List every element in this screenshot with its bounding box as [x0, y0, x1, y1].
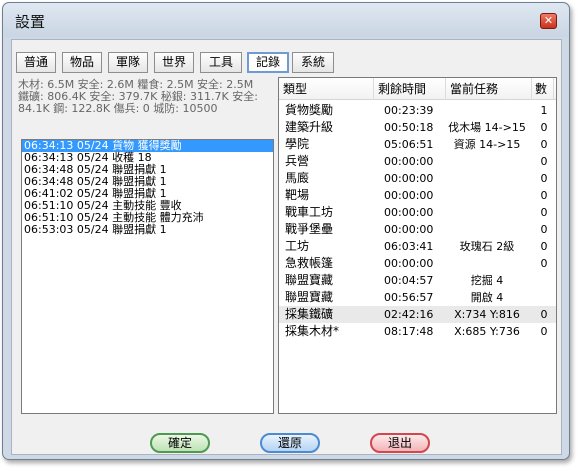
title-bar: 設置 ✕ — [3, 3, 569, 37]
table-body: 貨物獎勵 00:23:39 1 建築升級 00:50:18 伐木場 14->15 0 學院 05… — [279, 102, 556, 340]
cell-remaining-time: 06:03:41 — [384, 240, 434, 253]
cell-type: 戰爭堡壘 — [285, 222, 334, 236]
cell-remaining-time: 05:06:51 — [384, 138, 434, 151]
table-row[interactable]: 採集木材* 08:17:48 X:685 Y:736 0 — [279, 323, 556, 340]
cell-type: 兵營 — [285, 154, 310, 168]
resource-stats: 木材: 6.5M 安全: 2.6M 糧食: 2.5M 安全: 2.5M 鐵礦: … — [18, 79, 268, 115]
exit-button[interactable]: 退出 — [370, 433, 430, 453]
cell-remaining-time: 08:17:48 — [384, 325, 434, 338]
cell-current-task: 伐木場 14->15 — [448, 121, 526, 134]
cell-remaining-time: 00:04:57 — [384, 274, 434, 287]
table-row[interactable]: 工坊 06:03:41 玫瑰石 2級 0 — [279, 238, 556, 255]
cell-current-task: 玫瑰石 2級 — [459, 240, 515, 253]
tab-items[interactable]: 物品 — [62, 52, 102, 73]
cell-current-task — [435, 102, 539, 119]
cell-current-task — [435, 221, 539, 238]
settings-window: 設置 ✕ 普通 物品 軍隊 世界 工具 記錄 系統 木材: 6.5M 安全: 2… — [2, 2, 570, 460]
table-row[interactable]: 建築升級 00:50:18 伐木場 14->15 0 — [279, 119, 556, 136]
cell-remaining-time: 00:00:00 — [384, 257, 434, 270]
cell-current-task: 開啟 4 — [470, 291, 504, 304]
cell-type: 貨物獎勵 — [285, 103, 334, 117]
cell-type: 建築升級 — [285, 120, 334, 134]
cell-type: 馬廄 — [285, 171, 310, 185]
task-table: 類型 剩餘時間 當前任務 數 貨物獎勵 00:23:39 1 建築升級 00:50:18… — [278, 77, 557, 414]
cell-current-task — [435, 170, 539, 187]
cell-remaining-time: 00:00:00 — [384, 189, 434, 202]
cell-type: 戰車工坊 — [285, 205, 334, 219]
cell-type: 學院 — [285, 137, 310, 151]
cell-count: 0 — [540, 206, 548, 219]
stats-line: 84.1K 鋼: 122.8K 傷兵: 0 城防: 10500 — [18, 102, 218, 115]
cell-count: 0 — [540, 308, 548, 321]
cell-type: 工坊 — [285, 239, 310, 253]
cell-count: 0 — [540, 257, 548, 270]
cell-current-task: X:685 Y:736 — [454, 325, 520, 338]
table-row[interactable]: 採集鐵礦 02:42:16 X:734 Y:816 0 — [279, 306, 556, 323]
log-item[interactable]: 06:53:03 05/24 聯盟捐獻 1 — [22, 224, 273, 236]
table-row[interactable]: 聯盟寶藏 00:56:57 開啟 4 — [279, 289, 556, 306]
table-row[interactable]: 戰車工坊 00:00:00 0 — [279, 204, 556, 221]
close-icon[interactable]: ✕ — [540, 13, 557, 29]
cell-remaining-time: 00:50:18 — [384, 121, 434, 134]
cell-type: 採集木材* — [285, 324, 340, 338]
table-row[interactable]: 戰爭堡壘 00:00:00 0 — [279, 221, 556, 238]
cell-remaining-time: 00:00:00 — [384, 172, 434, 185]
cell-current-task — [435, 255, 539, 272]
cell-type: 採集鐵礦 — [285, 307, 334, 321]
column-header-task[interactable]: 當前任務 — [446, 78, 532, 100]
cell-remaining-time: 00:56:57 — [384, 291, 434, 304]
table-row[interactable]: 急救帳篷 00:00:00 0 — [279, 255, 556, 272]
dialog-body: 普通 物品 軍隊 世界 工具 記錄 系統 木材: 6.5M 安全: 2.6M 糧… — [11, 39, 562, 455]
restore-button[interactable]: 還原 — [260, 433, 320, 453]
cell-count: 0 — [540, 121, 548, 134]
cell-remaining-time: 02:42:16 — [384, 308, 434, 321]
cell-count: 0 — [540, 223, 548, 236]
cell-count: 1 — [540, 104, 548, 117]
cell-count: 0 — [540, 138, 548, 151]
tab-system[interactable]: 系統 — [292, 52, 334, 73]
cell-count: 0 — [540, 155, 548, 168]
cell-type: 聯盟寶藏 — [285, 290, 334, 304]
tab-world[interactable]: 世界 — [154, 52, 194, 73]
column-header-remaining[interactable]: 剩餘時間 — [374, 78, 446, 100]
cell-type: 聯盟寶藏 — [285, 273, 334, 287]
cell-count — [537, 289, 551, 306]
table-row[interactable]: 貨物獎勵 00:23:39 1 — [279, 102, 556, 119]
cell-count: 0 — [540, 189, 548, 202]
cell-remaining-time: 00:23:39 — [384, 104, 434, 117]
cell-count — [537, 272, 551, 289]
cell-count: 0 — [540, 172, 548, 185]
cell-current-task — [435, 187, 539, 204]
cell-remaining-time: 00:00:00 — [384, 155, 434, 168]
table-row[interactable]: 聯盟寶藏 00:04:57 挖掘 4 — [279, 272, 556, 289]
ok-button[interactable]: 確定 — [150, 433, 210, 453]
cell-current-task — [435, 153, 539, 170]
tab-general[interactable]: 普通 — [16, 52, 56, 73]
tab-tools[interactable]: 工具 — [200, 52, 242, 73]
table-header: 類型 剩餘時間 當前任務 數 — [279, 78, 556, 100]
cell-current-task: 挖掘 4 — [470, 274, 504, 287]
table-row[interactable]: 靶場 00:00:00 0 — [279, 187, 556, 204]
column-header-count[interactable]: 數 — [532, 78, 554, 100]
cell-current-task — [435, 204, 539, 221]
cell-count: 0 — [540, 325, 548, 338]
tab-records[interactable]: 記錄 — [247, 52, 289, 73]
event-log-list[interactable]: 06:34:13 05/24 貨物 獲得獎勵 06:34:13 05/24 收穫… — [21, 139, 274, 414]
window-title: 設置 — [15, 13, 46, 31]
cell-type: 急救帳篷 — [285, 256, 334, 270]
cell-type: 靶場 — [285, 188, 310, 202]
table-row[interactable]: 兵營 00:00:00 0 — [279, 153, 556, 170]
tab-army[interactable]: 軍隊 — [108, 52, 148, 73]
column-header-type[interactable]: 類型 — [279, 78, 374, 100]
cell-current-task: 資源 14->15 — [453, 138, 521, 151]
cell-current-task: X:734 Y:816 — [454, 308, 520, 321]
cell-count: 0 — [540, 240, 548, 253]
cell-remaining-time: 00:00:00 — [384, 223, 434, 236]
cell-remaining-time: 00:00:00 — [384, 206, 434, 219]
table-row[interactable]: 馬廄 00:00:00 0 — [279, 170, 556, 187]
table-row[interactable]: 學院 05:06:51 資源 14->15 0 — [279, 136, 556, 153]
